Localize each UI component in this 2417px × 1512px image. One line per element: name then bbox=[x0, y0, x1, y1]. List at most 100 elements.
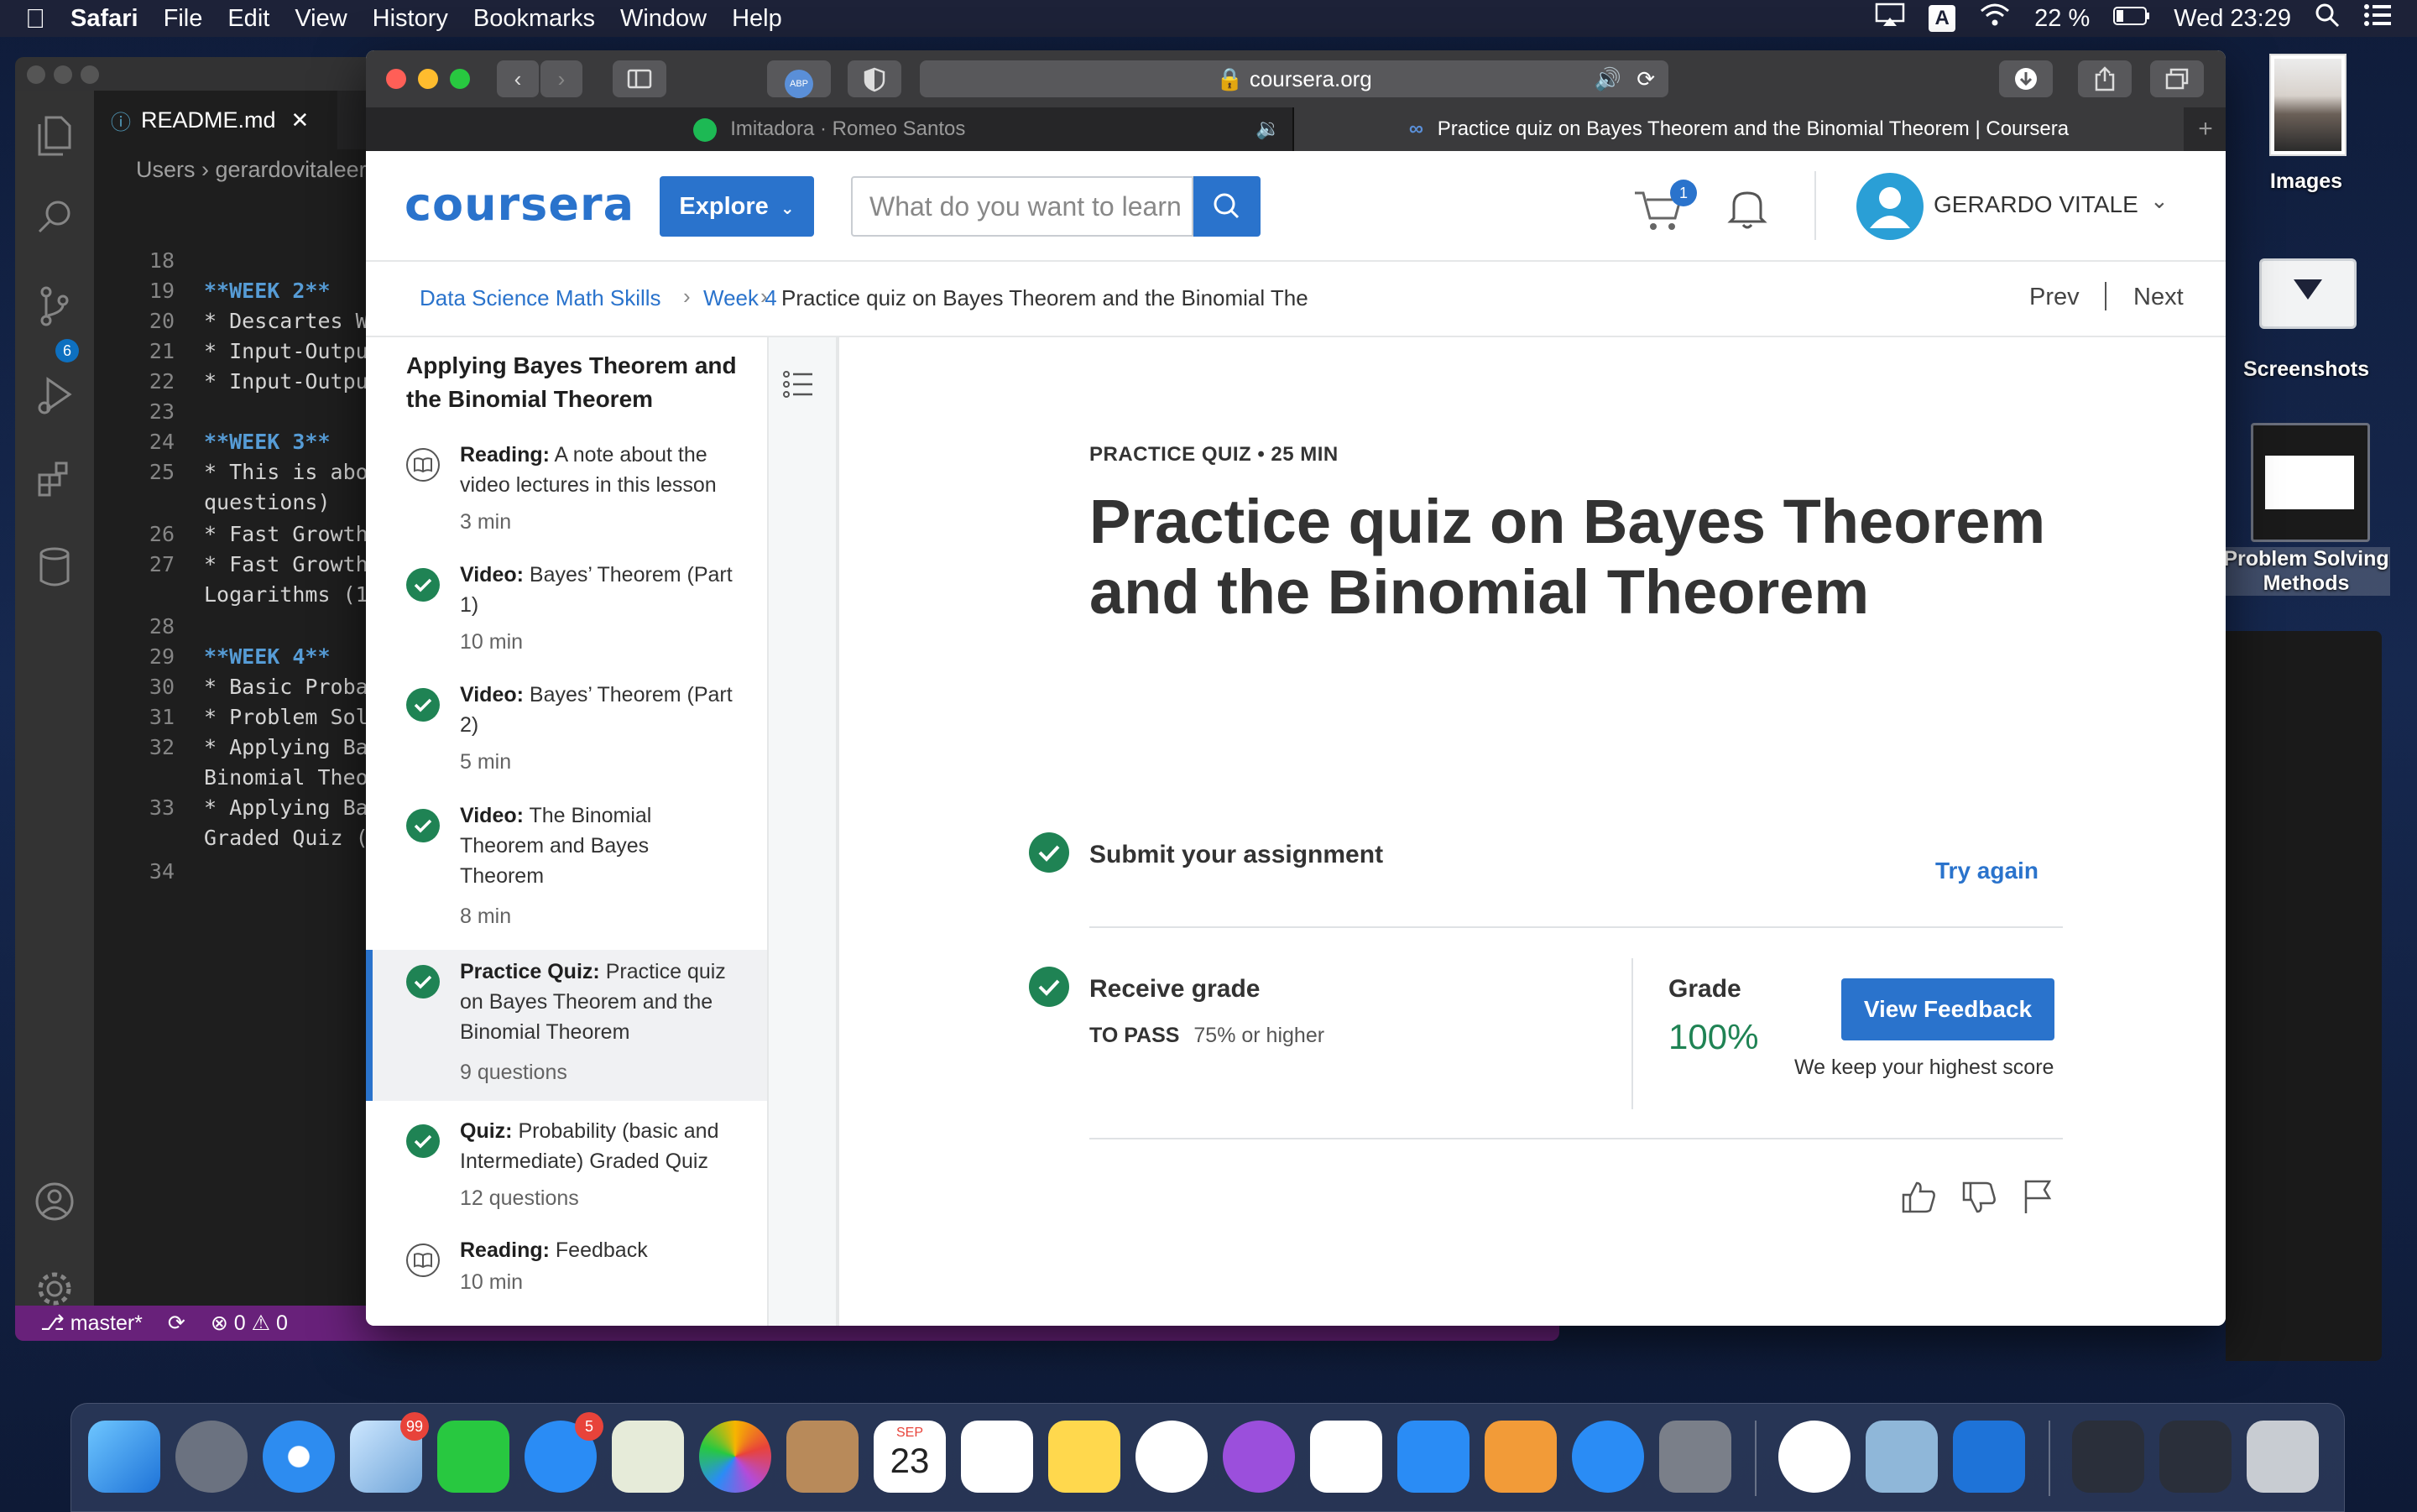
code-line[interactable]: Graded Quiz ( bbox=[204, 826, 368, 850]
share-button[interactable] bbox=[2078, 60, 2132, 97]
speaker-icon[interactable]: 🔊 bbox=[1595, 60, 1621, 97]
coursera-logo[interactable]: coursera bbox=[405, 178, 634, 231]
downloads-button[interactable] bbox=[1999, 60, 2053, 97]
adblock-button[interactable]: ABP bbox=[767, 60, 831, 98]
desktop-images-thumbnail[interactable] bbox=[2269, 54, 2347, 156]
notifications-button[interactable] bbox=[1724, 183, 1771, 233]
code-line[interactable]: * Problem Sol bbox=[204, 705, 368, 729]
clock[interactable]: Wed 23:29 bbox=[2174, 5, 2291, 33]
finder-icon[interactable] bbox=[88, 1421, 160, 1493]
screenshots-folder-icon[interactable] bbox=[2259, 258, 2357, 329]
battery-percent[interactable]: 22 % bbox=[2034, 5, 2090, 33]
next-link[interactable]: Next bbox=[2133, 284, 2184, 311]
address-bar[interactable]: 🔒 coursera.org 🔊 ⟳ bbox=[920, 60, 1668, 97]
sidebar-item[interactable]: Reading: Feedback 10 min bbox=[366, 1228, 767, 1312]
breadcrumb-course[interactable]: Data Science Math Skills bbox=[420, 285, 661, 311]
launchpad-icon[interactable] bbox=[175, 1421, 248, 1493]
numbers-icon[interactable] bbox=[1310, 1421, 1382, 1493]
menu-view[interactable]: View bbox=[295, 5, 347, 33]
sidebar-item[interactable]: Quiz: Probability (basic and Intermediat… bbox=[366, 1109, 767, 1218]
user-menu[interactable]: GERARDO VITALE ⌄ bbox=[1856, 173, 2175, 240]
code-line[interactable]: Binomial Theo bbox=[204, 765, 368, 790]
apple-icon[interactable]:  bbox=[25, 3, 45, 34]
menu-window[interactable]: Window bbox=[620, 5, 707, 33]
code-line[interactable]: * This is abo bbox=[204, 460, 368, 484]
sidebar-item[interactable]: Reading: A note about the video lectures… bbox=[366, 433, 767, 544]
sidebar-item[interactable]: Video: The Binomial Theorem and Bayes Th… bbox=[366, 794, 767, 936]
sidebar-item[interactable]: Video: Bayes’ Theorem (Part 2) 5 min bbox=[366, 673, 767, 782]
close-button[interactable] bbox=[386, 69, 406, 89]
thumbs-up-icon[interactable] bbox=[1900, 1178, 1937, 1219]
code-line[interactable]: questions) bbox=[204, 490, 331, 514]
minimize-button[interactable] bbox=[418, 69, 438, 89]
search-input[interactable]: What do you want to learn bbox=[851, 176, 1193, 237]
code-line[interactable]: * Applying Ba bbox=[204, 795, 368, 820]
app-store-icon[interactable] bbox=[1572, 1421, 1644, 1493]
podcasts-icon[interactable] bbox=[1223, 1421, 1295, 1493]
cart-button[interactable]: 1 bbox=[1631, 180, 1697, 235]
music-icon[interactable] bbox=[1135, 1421, 1208, 1493]
slack-icon[interactable] bbox=[1778, 1421, 1851, 1493]
code-line[interactable]: * Basic Probal bbox=[204, 675, 381, 699]
mail-icon[interactable]: 99 bbox=[350, 1412, 429, 1493]
input-source-icon[interactable]: A bbox=[1929, 5, 1956, 32]
try-again-link[interactable]: Try again bbox=[1935, 858, 2039, 884]
contacts-icon[interactable] bbox=[786, 1421, 859, 1493]
facetime-icon[interactable] bbox=[437, 1421, 509, 1493]
messages-icon[interactable]: 5 bbox=[525, 1412, 603, 1493]
photos-icon[interactable] bbox=[699, 1421, 771, 1493]
code-line[interactable]: Logarithms (1 bbox=[204, 582, 368, 607]
system-preferences-icon[interactable] bbox=[1659, 1421, 1731, 1493]
flag-icon[interactable] bbox=[2021, 1178, 2054, 1219]
code-line[interactable]: * Fast Growth bbox=[204, 552, 368, 576]
code-line[interactable]: * Fast Growth bbox=[204, 522, 368, 546]
reload-icon[interactable]: ⟳ bbox=[1637, 60, 1655, 97]
airplay-icon[interactable] bbox=[1875, 3, 1905, 34]
menu-edit[interactable]: Edit bbox=[227, 5, 269, 33]
control-center-icon[interactable] bbox=[2363, 3, 2392, 34]
thumbs-down-icon[interactable] bbox=[1960, 1180, 1997, 1221]
new-tab-button[interactable]: + bbox=[2185, 107, 2226, 151]
safari-icon[interactable] bbox=[263, 1421, 335, 1493]
minimized-window-icon[interactable] bbox=[2072, 1421, 2144, 1493]
problem-solving-thumbnail[interactable] bbox=[2251, 423, 2370, 542]
sidebar-toggle-button[interactable] bbox=[613, 60, 666, 97]
problems-status[interactable]: ⊗ 0 ⚠ 0 bbox=[211, 1311, 288, 1336]
tab-coursera[interactable]: ∞ Practice quiz on Bayes Theorem and the… bbox=[1294, 107, 2184, 151]
menu-help[interactable]: Help bbox=[732, 5, 782, 33]
spotlight-icon[interactable] bbox=[2315, 3, 2340, 34]
view-feedback-button[interactable]: View Feedback bbox=[1841, 978, 2054, 1040]
reminders-icon[interactable] bbox=[961, 1421, 1033, 1493]
keynote-icon[interactable] bbox=[1397, 1421, 1470, 1493]
tab-spotify[interactable]: Imitadora · Romeo Santos 🔉 bbox=[366, 107, 1294, 151]
code-line[interactable]: **WEEK 3** bbox=[204, 430, 331, 454]
sidebar-item[interactable]: Practice Quiz: Practice quiz on Bayes Th… bbox=[366, 950, 767, 1101]
sync-icon[interactable]: ⟳ bbox=[168, 1311, 185, 1336]
minimized-window-icon[interactable] bbox=[2159, 1421, 2232, 1493]
code-lines[interactable]: 18 19 **WEEK 2** 20 * Descartes Wa 21 * Input-… bbox=[15, 57, 381, 1299]
calendar-icon[interactable]: SEP 23 bbox=[874, 1421, 946, 1493]
code-line[interactable]: * Descartes Wa bbox=[204, 309, 381, 333]
shield-icon[interactable] bbox=[848, 60, 901, 97]
forward-button[interactable]: › bbox=[540, 60, 582, 97]
code-line[interactable]: * Applying Ba bbox=[204, 735, 368, 759]
menu-file[interactable]: File bbox=[164, 5, 203, 33]
maximize-button[interactable] bbox=[450, 69, 470, 89]
branch-status[interactable]: ⎇ master* bbox=[40, 1311, 143, 1336]
sidebar-item[interactable]: Video: Bayes’ Theorem (Part 1) 10 min bbox=[366, 553, 767, 662]
wifi-icon[interactable] bbox=[1979, 3, 2011, 34]
code-line[interactable]: * Input-Outpu bbox=[204, 369, 368, 394]
battery-icon[interactable] bbox=[2113, 5, 2150, 33]
list-icon[interactable] bbox=[782, 368, 816, 405]
explore-button[interactable]: Explore ⌄ bbox=[660, 176, 814, 237]
tabs-overview-button[interactable] bbox=[2150, 60, 2204, 97]
maps-icon[interactable] bbox=[612, 1421, 684, 1493]
code-line[interactable]: * Input-Outpu bbox=[204, 339, 368, 363]
trash-icon[interactable] bbox=[2247, 1421, 2319, 1493]
menu-history[interactable]: History bbox=[373, 5, 448, 33]
back-button[interactable]: ‹ bbox=[497, 60, 539, 97]
vscode-icon[interactable] bbox=[1953, 1421, 2025, 1493]
menu-app-safari[interactable]: Safari bbox=[70, 5, 138, 33]
prev-link[interactable]: Prev bbox=[2029, 284, 2080, 311]
search-button[interactable] bbox=[1193, 176, 1261, 237]
